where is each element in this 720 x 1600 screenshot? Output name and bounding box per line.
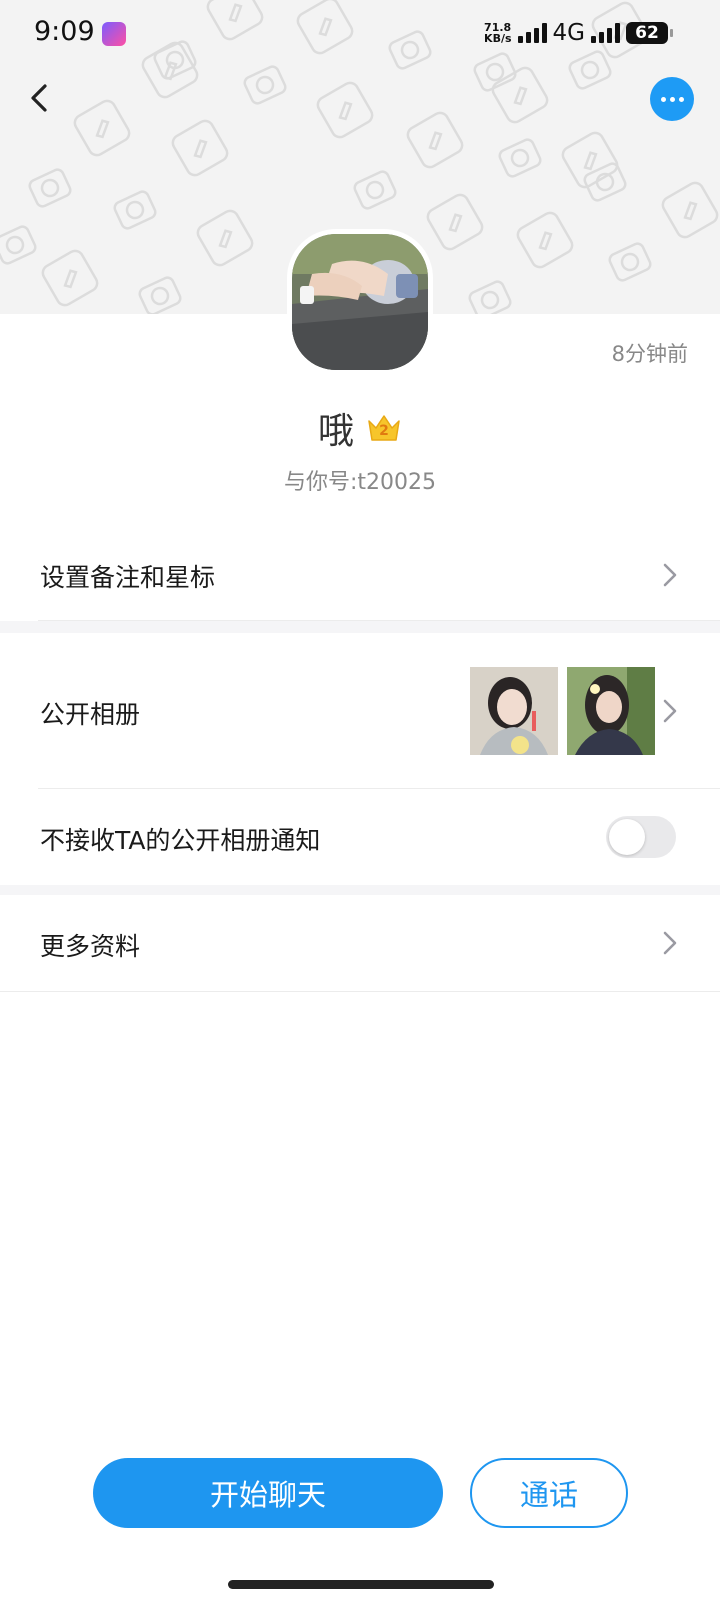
chevron-right-icon [663, 563, 677, 587]
vip-level: 2 [379, 423, 389, 439]
chevron-left-icon [31, 84, 47, 112]
notification-app-icon [102, 22, 126, 46]
chevron-right-icon [663, 931, 677, 955]
start-chat-button[interactable]: 开始聊天 [93, 1458, 443, 1528]
album-thumbnail-2[interactable] [567, 667, 655, 755]
section-divider [0, 621, 720, 633]
album-notification-label: 不接收TA的公开相册通知 [40, 826, 321, 855]
back-button[interactable] [20, 78, 60, 118]
status-time: 9:09 [34, 16, 95, 47]
more-options-button[interactable] [650, 77, 694, 121]
album-notification-toggle[interactable] [606, 816, 676, 858]
ellipsis-icon [660, 96, 666, 102]
album-photo-1 [470, 667, 558, 755]
nickname-row: 哦 2 [0, 402, 720, 454]
more-info-row[interactable]: 更多资料 [0, 895, 720, 991]
signal-strength-icon [517, 23, 547, 43]
divider [0, 991, 720, 992]
section-divider [0, 885, 720, 895]
public-album-row[interactable]: 公开相册 [0, 633, 720, 788]
toggle-knob [609, 819, 645, 855]
battery-level: 62 [635, 23, 659, 43]
remark-and-star-label: 设置备注和星标 [40, 563, 216, 592]
last-seen-time: 8分钟前 [611, 342, 688, 366]
nickname: 哦 [317, 411, 354, 452]
battery-icon: 62 [626, 22, 673, 44]
album-thumbnail-1[interactable] [470, 667, 558, 755]
album-photo-2 [567, 667, 655, 755]
remark-and-star-row[interactable]: 设置备注和星标 [0, 530, 720, 620]
status-bar: 9:09 71.8 KB/s 4G 62 [0, 0, 720, 66]
call-button[interactable]: 通话 [470, 1458, 628, 1528]
avatar-photo [292, 234, 428, 370]
public-album-label: 公开相册 [40, 700, 141, 729]
network-speed-unit: KB/s [484, 32, 512, 45]
avatar[interactable] [292, 234, 428, 370]
more-info-label: 更多资料 [40, 932, 141, 961]
status-indicators: 71.8 KB/s 4G 62 [484, 18, 673, 48]
vip-crown-badge[interactable]: 2 [366, 413, 402, 443]
network-speed: 71.8 KB/s [484, 22, 511, 44]
account-id: 与你号:t20025 [283, 470, 437, 495]
home-indicator[interactable] [228, 1580, 494, 1589]
signal-strength-icon-2 [591, 23, 620, 43]
chevron-right-icon [663, 699, 677, 723]
network-type: 4G [552, 20, 585, 46]
